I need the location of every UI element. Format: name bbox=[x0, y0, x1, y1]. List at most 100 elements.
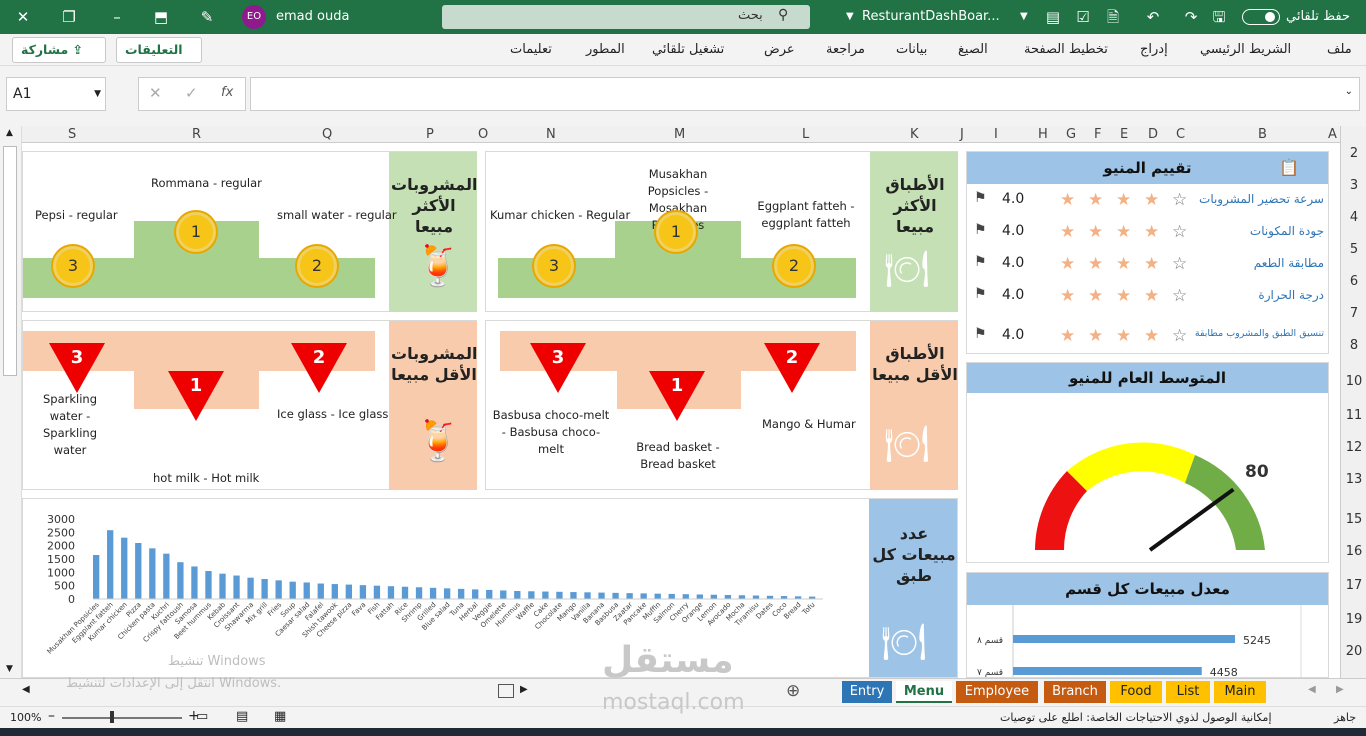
sheet-next-icon[interactable]: ▶ bbox=[1336, 684, 1344, 695]
bar bbox=[696, 594, 703, 599]
row-header-15[interactable]: 15 bbox=[1341, 512, 1366, 527]
autosave-toggle[interactable] bbox=[1242, 9, 1280, 25]
row-header-20[interactable]: 20 bbox=[1341, 644, 1366, 659]
ribbon-display-icon[interactable]: ⬒ bbox=[152, 8, 170, 26]
menu-developer[interactable]: المطور bbox=[586, 42, 625, 57]
horizontal-scroll-thumb[interactable] bbox=[498, 684, 514, 698]
zoom-level[interactable]: 100% bbox=[10, 711, 41, 724]
row-header-16[interactable]: 16 bbox=[1341, 544, 1366, 559]
row-header-6[interactable]: 6 bbox=[1341, 274, 1366, 289]
menu-automate[interactable]: تشغيل تلقائي bbox=[652, 42, 724, 57]
zoom-out-icon[interactable]: – bbox=[48, 708, 55, 724]
menu-page-layout[interactable]: تخطيط الصفحة bbox=[1024, 42, 1108, 57]
close-icon[interactable]: ✕ bbox=[14, 8, 32, 26]
column-header-G[interactable]: G bbox=[1066, 126, 1076, 143]
insert-function-icon[interactable]: fx bbox=[221, 85, 233, 100]
normal-view-icon[interactable]: ▦ bbox=[274, 709, 286, 724]
column-header-O[interactable]: O bbox=[478, 126, 488, 143]
row-header-19[interactable]: 19 bbox=[1341, 612, 1366, 627]
formula-input[interactable]: ⌄ bbox=[250, 77, 1360, 111]
qat-dropdown-icon[interactable]: ▼ bbox=[1020, 0, 1028, 34]
sheet-tab-main[interactable]: Main bbox=[1214, 681, 1266, 703]
column-header-D[interactable]: D bbox=[1148, 126, 1158, 143]
least-drinks-title: المشروبات الأقل مبيعا bbox=[391, 344, 478, 384]
row-header-2[interactable]: 2 bbox=[1341, 146, 1366, 161]
gauge-chart: 80 bbox=[1035, 442, 1269, 552]
menu-formulas[interactable]: الصيغ bbox=[958, 42, 988, 57]
menu-review[interactable]: مراجعة bbox=[826, 42, 865, 57]
sheet-tab-branch[interactable]: Branch bbox=[1044, 681, 1106, 703]
page-break-view-icon[interactable]: ▭ bbox=[196, 709, 208, 724]
column-header-C[interactable]: C bbox=[1176, 126, 1185, 143]
menu-file[interactable]: ملف bbox=[1327, 42, 1352, 57]
category-bar-chart: قسم ٨ 5245 قسم ٧ 4458 bbox=[977, 605, 1302, 677]
restore-icon[interactable]: ❐ bbox=[60, 8, 78, 26]
cancel-icon[interactable]: ✕ bbox=[149, 84, 162, 102]
row-header-5[interactable]: 5 bbox=[1341, 242, 1366, 257]
column-header-A[interactable]: A bbox=[1328, 126, 1337, 143]
undo-icon[interactable]: ↶ bbox=[1144, 8, 1162, 26]
form-icon[interactable]: ▤ bbox=[1044, 8, 1062, 26]
flag-icon: ⚑ bbox=[974, 222, 987, 238]
checklist-icon[interactable]: ☑ bbox=[1074, 8, 1092, 26]
sheet-tab-entry[interactable]: Entry bbox=[842, 681, 892, 703]
name-box[interactable]: A1 ▼ bbox=[6, 77, 106, 111]
enter-icon[interactable]: ✓ bbox=[185, 84, 198, 102]
zoom-thumb[interactable] bbox=[110, 711, 114, 723]
column-header-M[interactable]: M bbox=[674, 126, 685, 143]
column-header-P[interactable]: P bbox=[426, 126, 434, 143]
sheet-prev-icon[interactable]: ◀ bbox=[1308, 684, 1316, 695]
menu-insert[interactable]: إدراج bbox=[1140, 42, 1168, 57]
column-header-E[interactable]: E bbox=[1120, 126, 1128, 143]
minimize-icon[interactable]: – bbox=[108, 8, 126, 26]
menu-home[interactable]: الشريط الرئيسي bbox=[1200, 42, 1291, 57]
star-filled-icon: ★ bbox=[1060, 254, 1076, 274]
comments-button[interactable]: التعليقات 🗨 bbox=[116, 37, 202, 81]
bar bbox=[584, 592, 591, 599]
column-header-H[interactable]: H bbox=[1038, 126, 1048, 143]
column-header-S[interactable]: S bbox=[68, 126, 76, 143]
bar bbox=[107, 530, 114, 599]
vertical-scrollbar[interactable]: ▲ ▼ bbox=[0, 126, 22, 678]
menu-view[interactable]: عرض bbox=[764, 42, 795, 57]
column-header-B[interactable]: B bbox=[1258, 126, 1267, 143]
column-header-L[interactable]: L bbox=[802, 126, 809, 143]
avatar[interactable]: EO bbox=[242, 5, 266, 29]
column-header-K[interactable]: K bbox=[910, 126, 919, 143]
pen-icon[interactable]: ✎ bbox=[198, 8, 216, 26]
row-header-7[interactable]: 7 bbox=[1341, 306, 1366, 321]
row-header-11[interactable]: 11 bbox=[1341, 408, 1366, 423]
zoom-slider[interactable] bbox=[62, 717, 182, 719]
sheet-tab-menu[interactable]: Menu bbox=[896, 681, 952, 703]
row-header-17[interactable]: 17 bbox=[1341, 578, 1366, 593]
row-header-12[interactable]: 12 bbox=[1341, 440, 1366, 455]
column-header-I[interactable]: I bbox=[994, 126, 998, 143]
share-button[interactable]: مشاركة ⇪ bbox=[12, 37, 106, 63]
menu-help[interactable]: تعليمات bbox=[510, 42, 552, 57]
tab-scroll-left-icon[interactable]: ◀ bbox=[22, 684, 30, 695]
column-header-J[interactable]: J bbox=[960, 126, 964, 143]
row-header-4[interactable]: 4 bbox=[1341, 210, 1366, 225]
tab-scroll-right-icon[interactable]: ▶ bbox=[520, 684, 528, 695]
save-icon[interactable]: 🖫 bbox=[1210, 8, 1228, 26]
sheet-tab-employee[interactable]: Employee bbox=[956, 681, 1038, 703]
row-header-3[interactable]: 3 bbox=[1341, 178, 1366, 193]
sheet-tab-list[interactable]: List bbox=[1166, 681, 1210, 703]
menu-data[interactable]: بيانات bbox=[896, 42, 927, 57]
page-layout-view-icon[interactable]: ▤ bbox=[236, 709, 248, 724]
row-header-10[interactable]: 10 bbox=[1341, 374, 1366, 389]
row-header-8[interactable]: 8 bbox=[1341, 338, 1366, 353]
row-header-13[interactable]: 13 bbox=[1341, 472, 1366, 487]
add-sheet-icon[interactable]: ⊕ bbox=[786, 681, 800, 701]
sheet-tab-food[interactable]: Food bbox=[1110, 681, 1162, 703]
document-icon[interactable]: 🗎 bbox=[1104, 8, 1122, 26]
accessibility-status[interactable]: إمكانية الوصول لذوي الاحتياجات الخاصة: ا… bbox=[1000, 711, 1272, 724]
column-header-Q[interactable]: Q bbox=[322, 126, 332, 143]
chevron-down-icon[interactable]: ▼ bbox=[846, 0, 854, 34]
column-header-F[interactable]: F bbox=[1094, 126, 1101, 143]
column-header-R[interactable]: R bbox=[192, 126, 201, 143]
redo-icon[interactable]: ↷ bbox=[1182, 8, 1200, 26]
bar bbox=[668, 593, 675, 599]
column-header-N[interactable]: N bbox=[546, 126, 556, 143]
search-box[interactable]: بحث ⚲ bbox=[442, 5, 810, 29]
